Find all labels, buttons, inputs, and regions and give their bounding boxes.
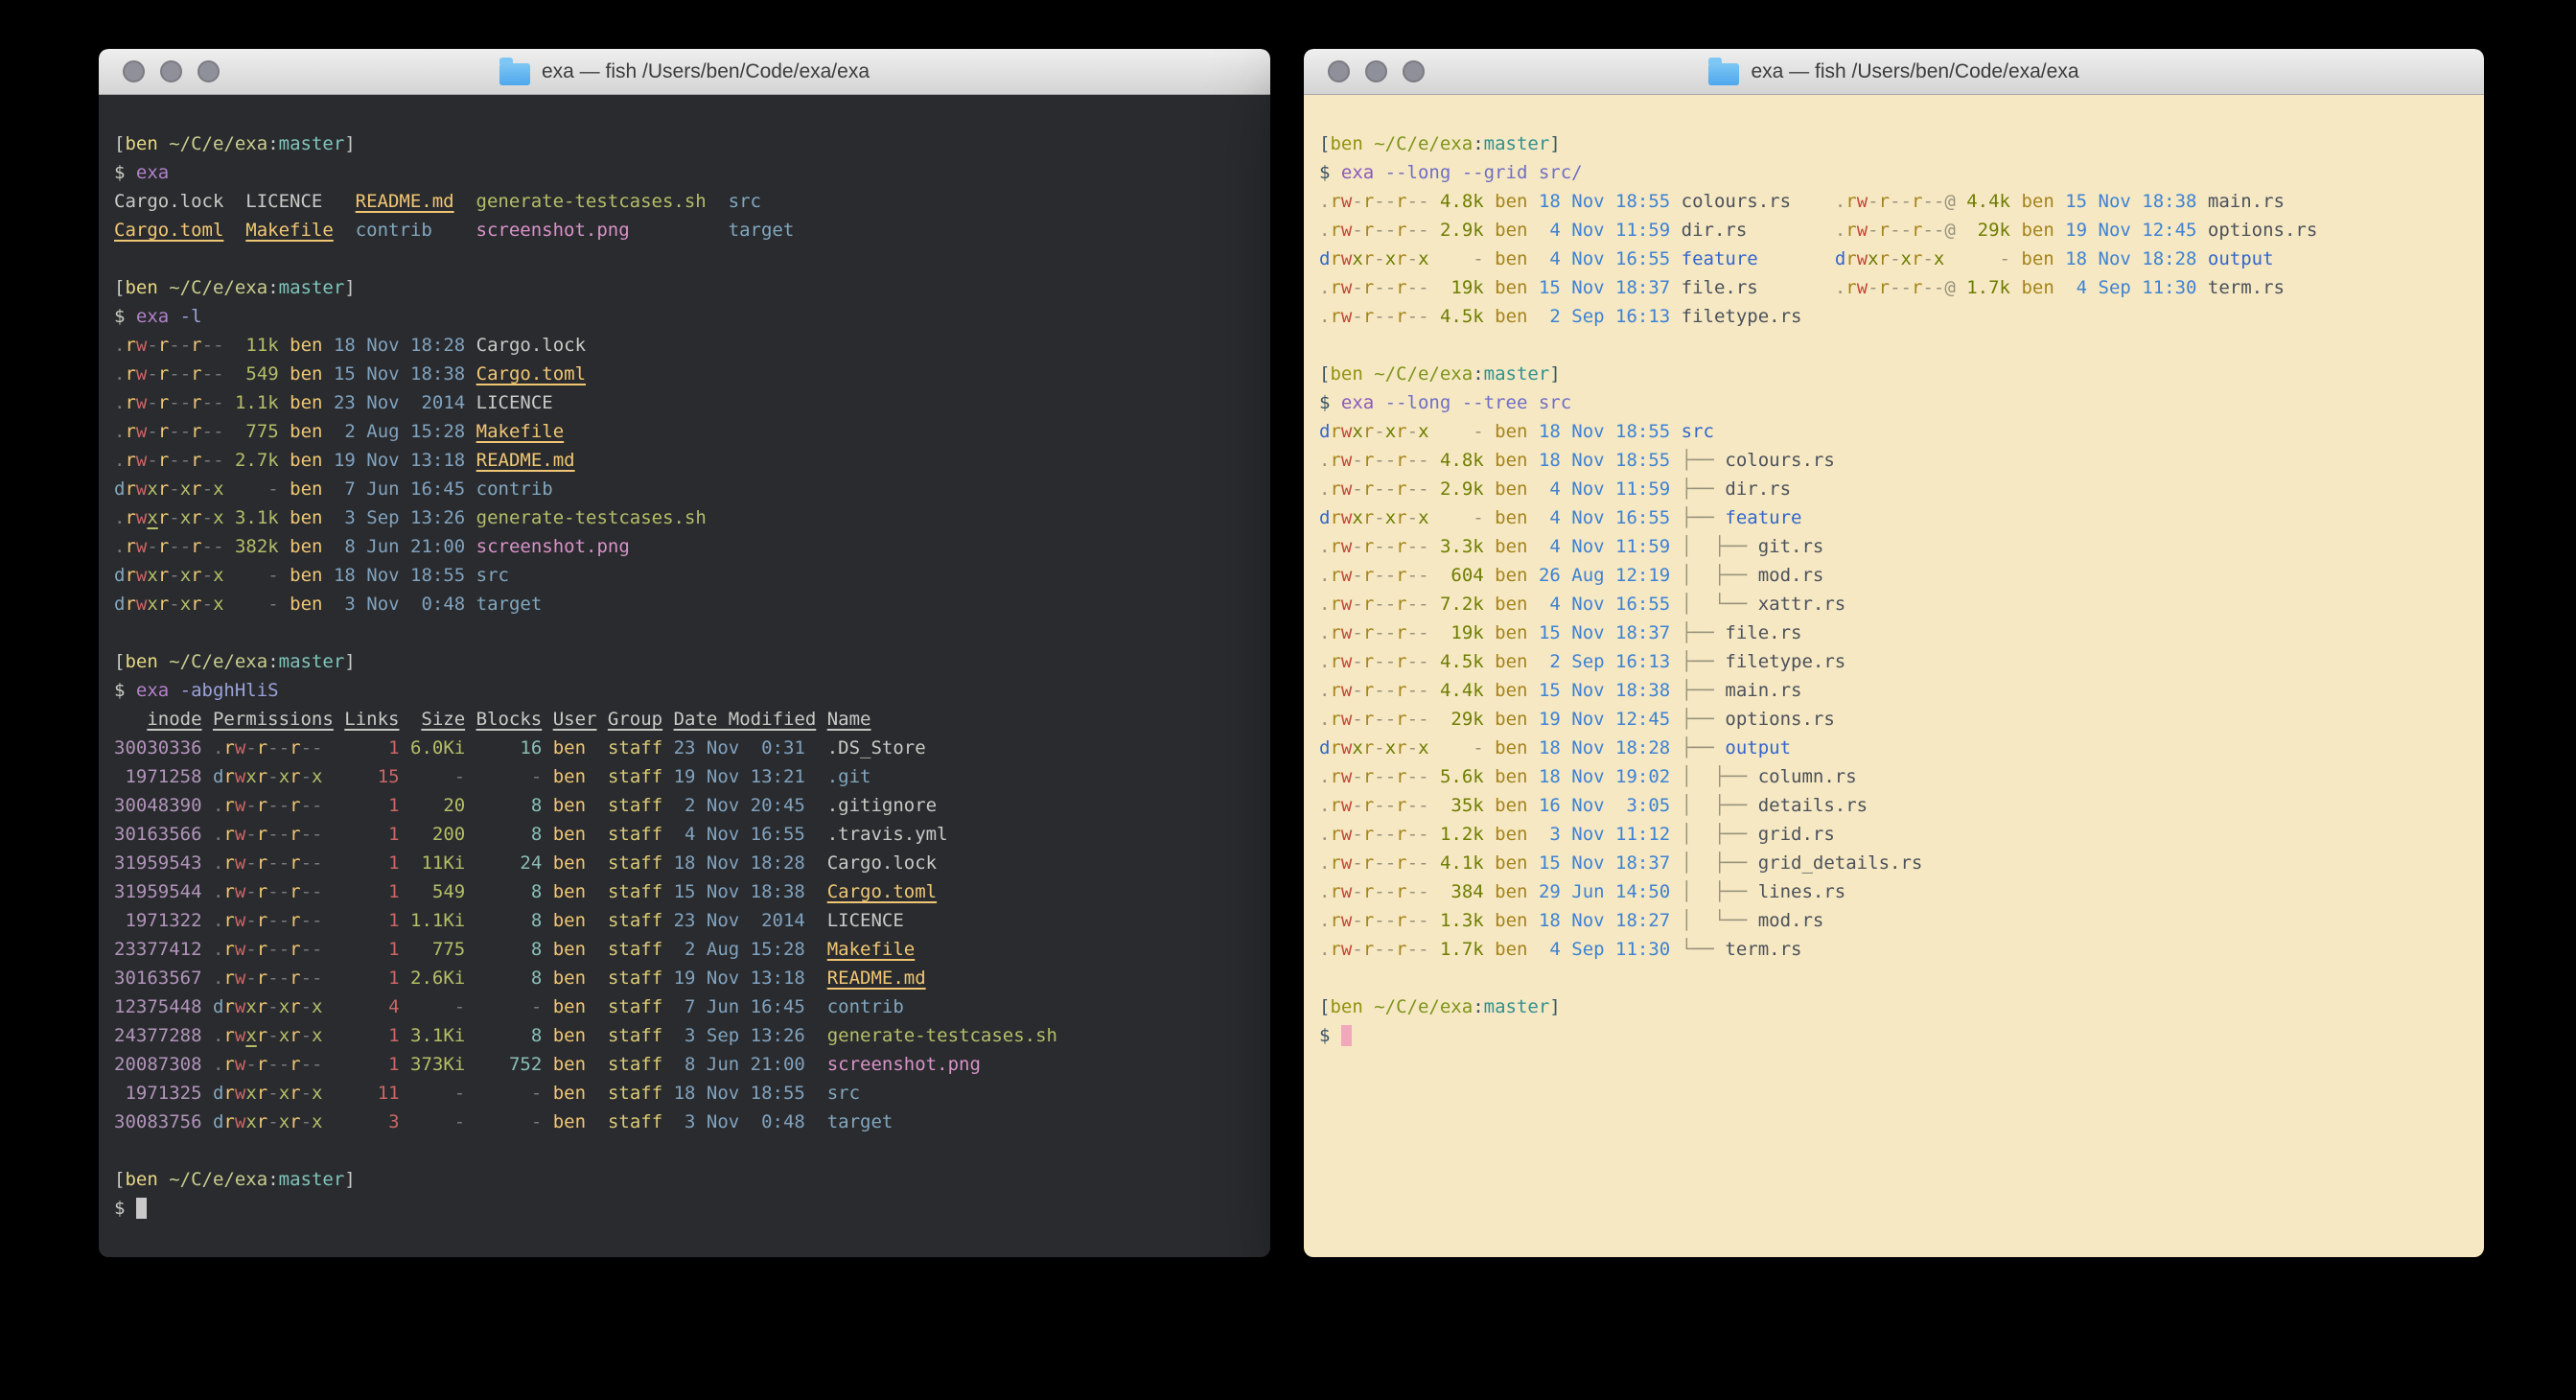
terminal-line: $ <box>1319 1021 2469 1050</box>
terminal-line: .rw-r--r-- 19k ben 15 Nov 18:37 file.rs … <box>1319 273 2469 302</box>
terminal-line: .rw-r--r-- 4.8k ben 18 Nov 18:55 ├── col… <box>1319 446 2469 475</box>
terminal-line: [ben ~/C/e/exa:master] <box>1319 360 2469 388</box>
terminal-line: .rw-r--r-- 549 ben 15 Nov 18:38 Cargo.to… <box>114 360 1255 388</box>
window-title: exa — fish /Users/ben/Code/exa/exa <box>542 60 870 83</box>
terminal-line: 1971322 .rw-r--r-- 1 1.1Ki 8 ben staff 2… <box>114 906 1255 935</box>
title-area: exa — fish /Users/ben/Code/exa/exa <box>499 58 870 85</box>
titlebar[interactable]: exa — fish /Users/ben/Code/exa/exa <box>1304 49 2484 95</box>
terminal-line: [ben ~/C/e/exa:master] <box>1319 992 2469 1021</box>
terminal-line <box>114 618 1255 647</box>
text-cursor <box>136 1198 147 1219</box>
terminal-line: Cargo.toml Makefile contrib screenshot.p… <box>114 216 1255 245</box>
terminal-line: .rw-r--r-- 4.5k ben 2 Sep 16:13 ├── file… <box>1319 647 2469 676</box>
title-area: exa — fish /Users/ben/Code/exa/exa <box>1708 58 2078 85</box>
terminal-line: .rw-r--r-- 2.9k ben 4 Nov 11:59 ├── dir.… <box>1319 475 2469 503</box>
terminal-line: 12375448 drwxr-xr-x 4 - - ben staff 7 Ju… <box>114 992 1255 1021</box>
terminal-line: drwxr-xr-x - ben 18 Nov 18:55 src <box>1319 417 2469 446</box>
terminal-line <box>114 1136 1255 1165</box>
terminal-line <box>1319 331 2469 360</box>
terminal-screen[interactable]: [ben ~/C/e/exa:master]$ exa --long --gri… <box>1304 95 2484 1257</box>
terminal-line: [ben ~/C/e/exa:master] <box>114 647 1255 676</box>
terminal-line: $ exa -l <box>114 302 1255 331</box>
terminal-line: .rwxr-xr-x 3.1k ben 3 Sep 13:26 generate… <box>114 503 1255 532</box>
terminal-line: .rw-r--r-- 775 ben 2 Aug 15:28 Makefile <box>114 417 1255 446</box>
terminal-line: .rw-r--r-- 1.1k ben 23 Nov 2014 LICENCE <box>114 388 1255 417</box>
terminal-line: .rw-r--r-- 4.5k ben 2 Sep 16:13 filetype… <box>1319 302 2469 331</box>
terminal-line <box>1319 964 2469 992</box>
terminal-line: .rw-r--r-- 3.3k ben 4 Nov 11:59 │ ├── gi… <box>1319 532 2469 561</box>
desktop: { "windows": { "left": { "title": "exa —… <box>0 0 2576 1400</box>
terminal-line: .rw-r--r-- 29k ben 19 Nov 12:45 ├── opti… <box>1319 705 2469 734</box>
terminal-line: 31959543 .rw-r--r-- 1 11Ki 24 ben staff … <box>114 849 1255 877</box>
window-controls <box>123 49 220 94</box>
terminal-line: drwxr-xr-x - ben 4 Nov 16:55 feature drw… <box>1319 245 2469 273</box>
zoom-button[interactable] <box>197 60 220 82</box>
terminal-line: drwxr-xr-x - ben 3 Nov 0:48 target <box>114 590 1255 618</box>
terminal-line: .rw-r--r-- 4.8k ben 18 Nov 18:55 colours… <box>1319 187 2469 216</box>
terminal-line: [ben ~/C/e/exa:master] <box>1319 129 2469 158</box>
terminal-line: inode Permissions Links Size Blocks User… <box>114 705 1255 734</box>
folder-icon <box>499 63 530 85</box>
terminal-line: $ exa <box>114 158 1255 187</box>
terminal-line: 24377288 .rwxr-xr-x 1 3.1Ki 8 ben staff … <box>114 1021 1255 1050</box>
terminal-line: .rw-r--r-- 5.6k ben 18 Nov 19:02 │ ├── c… <box>1319 762 2469 791</box>
terminal-line: .rw-r--r-- 1.2k ben 3 Nov 11:12 │ ├── gr… <box>1319 820 2469 849</box>
terminal-line: Cargo.lock LICENCE README.md generate-te… <box>114 187 1255 216</box>
terminal-window-light: exa — fish /Users/ben/Code/exa/exa [ben … <box>1304 49 2484 1257</box>
terminal-line: .rw-r--r-- 35k ben 16 Nov 3:05 │ ├── det… <box>1319 791 2469 820</box>
terminal-line: [ben ~/C/e/exa:master] <box>114 273 1255 302</box>
terminal-line: drwxr-xr-x - ben 4 Nov 16:55 ├── feature <box>1319 503 2469 532</box>
terminal-line: 30030336 .rw-r--r-- 1 6.0Ki 16 ben staff… <box>114 734 1255 762</box>
terminal-window-dark: exa — fish /Users/ben/Code/exa/exa [ben … <box>99 49 1270 1257</box>
terminal-line <box>114 245 1255 273</box>
terminal-line: 30163567 .rw-r--r-- 1 2.6Ki 8 ben staff … <box>114 964 1255 992</box>
terminal-line: .rw-r--r-- 4.4k ben 15 Nov 18:38 ├── mai… <box>1319 676 2469 705</box>
text-cursor <box>1341 1025 1352 1046</box>
folder-icon <box>1708 63 1739 85</box>
terminal-line: 31959544 .rw-r--r-- 1 549 8 ben staff 15… <box>114 877 1255 906</box>
terminal-line: [ben ~/C/e/exa:master] <box>114 129 1255 158</box>
terminal-line: drwxr-xr-x - ben 18 Nov 18:28 ├── output <box>1319 734 2469 762</box>
terminal-line: 30163566 .rw-r--r-- 1 200 8 ben staff 4 … <box>114 820 1255 849</box>
window-controls <box>1328 49 1425 94</box>
terminal-line: .rw-r--r-- 1.3k ben 18 Nov 18:27 │ └── m… <box>1319 906 2469 935</box>
terminal-line: [ben ~/C/e/exa:master] <box>114 1165 1255 1194</box>
terminal-line: 1971325 drwxr-xr-x 11 - - ben staff 18 N… <box>114 1079 1255 1108</box>
terminal-line: drwxr-xr-x - ben 18 Nov 18:55 src <box>114 561 1255 590</box>
terminal-line: .rw-r--r-- 2.9k ben 4 Nov 11:59 dir.rs .… <box>1319 216 2469 245</box>
terminal-line: $ exa --long --tree src <box>1319 388 2469 417</box>
terminal-line: $ exa -abghHliS <box>114 676 1255 705</box>
titlebar[interactable]: exa — fish /Users/ben/Code/exa/exa <box>99 49 1270 95</box>
terminal-line: .rw-r--r-- 4.1k ben 15 Nov 18:37 │ ├── g… <box>1319 849 2469 877</box>
terminal-line: 20087308 .rw-r--r-- 1 373Ki 752 ben staf… <box>114 1050 1255 1079</box>
terminal-line: 30083756 drwxr-xr-x 3 - - ben staff 3 No… <box>114 1108 1255 1136</box>
terminal-line: .rw-r--r-- 382k ben 8 Jun 21:00 screensh… <box>114 532 1255 561</box>
terminal-line: drwxr-xr-x - ben 7 Jun 16:45 contrib <box>114 475 1255 503</box>
terminal-line: .rw-r--r-- 7.2k ben 4 Nov 16:55 │ └── xa… <box>1319 590 2469 618</box>
terminal-line: .rw-r--r-- 1.7k ben 4 Sep 11:30 └── term… <box>1319 935 2469 964</box>
terminal-line: 23377412 .rw-r--r-- 1 775 8 ben staff 2 … <box>114 935 1255 964</box>
terminal-line: .rw-r--r-- 384 ben 29 Jun 14:50 │ ├── li… <box>1319 877 2469 906</box>
zoom-button[interactable] <box>1403 60 1425 82</box>
terminal-line: 30048390 .rw-r--r-- 1 20 8 ben staff 2 N… <box>114 791 1255 820</box>
close-button[interactable] <box>123 60 145 82</box>
minimize-button[interactable] <box>160 60 182 82</box>
terminal-line: $ exa --long --grid src/ <box>1319 158 2469 187</box>
terminal-line: .rw-r--r-- 2.7k ben 19 Nov 13:18 README.… <box>114 446 1255 475</box>
terminal-line: $ <box>114 1194 1255 1223</box>
terminal-line: 1971258 drwxr-xr-x 15 - - ben staff 19 N… <box>114 762 1255 791</box>
terminal-line: .rw-r--r-- 19k ben 15 Nov 18:37 ├── file… <box>1319 618 2469 647</box>
terminal-line: .rw-r--r-- 604 ben 26 Aug 12:19 │ ├── mo… <box>1319 561 2469 590</box>
close-button[interactable] <box>1328 60 1350 82</box>
terminal-screen[interactable]: [ben ~/C/e/exa:master]$ exaCargo.lock LI… <box>99 95 1270 1257</box>
minimize-button[interactable] <box>1365 60 1387 82</box>
window-title: exa — fish /Users/ben/Code/exa/exa <box>1751 60 2078 83</box>
terminal-line: .rw-r--r-- 11k ben 18 Nov 18:28 Cargo.lo… <box>114 331 1255 360</box>
